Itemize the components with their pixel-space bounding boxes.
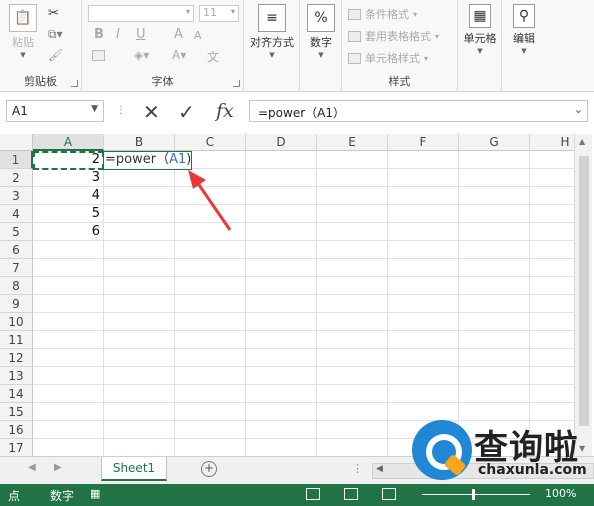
page-layout-view-icon[interactable] bbox=[344, 488, 358, 500]
name-box[interactable]: A1 ▼ bbox=[6, 100, 104, 122]
binoculars-icon: ⚲ bbox=[513, 4, 535, 28]
scroll-left-icon[interactable]: ◀ bbox=[376, 464, 383, 474]
fill-color-icon[interactable]: ◈▾ bbox=[134, 48, 149, 62]
editing-label: 编辑 bbox=[513, 32, 535, 45]
normal-view-icon[interactable] bbox=[306, 488, 320, 500]
watermark-logo: 查询啦 chaxunla.com bbox=[412, 418, 594, 484]
chevron-down-icon: ▼ bbox=[20, 51, 26, 59]
format-as-table-button[interactable]: 套用表格格式 ▾ bbox=[348, 28, 439, 44]
italic-button[interactable]: I bbox=[116, 27, 120, 42]
cells-label: 单元格 bbox=[463, 32, 497, 45]
add-sheet-icon[interactable]: + bbox=[201, 461, 217, 477]
arrow-head bbox=[188, 170, 206, 189]
chevron-down-icon: ▾ bbox=[230, 7, 235, 16]
clipboard-launcher[interactable] bbox=[71, 80, 78, 87]
format-painter-icon[interactable]: 🖌 bbox=[48, 48, 63, 62]
font-size-select[interactable]: 11 ▾ bbox=[199, 5, 239, 22]
align-icon: ≡ bbox=[258, 4, 286, 32]
number-label: 数字 bbox=[310, 36, 332, 49]
chevron-down-icon: ▼ bbox=[318, 51, 324, 59]
styles-label: 样式 bbox=[388, 75, 411, 88]
num-lock-indicator: 数字 bbox=[50, 489, 75, 503]
page-break-view-icon[interactable] bbox=[382, 488, 396, 500]
cell-styles-icon bbox=[348, 52, 361, 64]
chevron-down-icon: ▼ bbox=[269, 51, 275, 59]
clipboard-group: 📋 粘贴 ▼ ✂ ⧉▾ 🖌 剪贴板 bbox=[0, 0, 82, 92]
watermark-brand-en: chaxunla.com bbox=[478, 462, 587, 478]
chevron-down-icon: ▼ bbox=[521, 47, 527, 55]
arrow-shaft bbox=[195, 181, 232, 231]
ribbon: 📋 粘贴 ▼ ✂ ⧉▾ 🖌 剪贴板 ▾ 11 ▾ B I U A A ◈▾ A▾… bbox=[0, 0, 594, 92]
cut-icon[interactable]: ✂ bbox=[48, 6, 59, 21]
chevron-down-icon: ⌄ bbox=[573, 103, 583, 116]
editing-group[interactable]: ⚲ 编辑 ▼ bbox=[502, 0, 546, 92]
magnifier-logo-icon bbox=[412, 420, 472, 480]
grow-font-button[interactable]: A bbox=[174, 27, 183, 42]
copy-icon[interactable]: ⧉▾ bbox=[48, 27, 63, 42]
zoom-slider[interactable] bbox=[422, 494, 530, 495]
table-icon bbox=[348, 30, 361, 42]
font-launcher[interactable] bbox=[233, 80, 240, 87]
scroll-thumb[interactable] bbox=[579, 156, 589, 426]
chevron-down-icon: ▾ bbox=[185, 7, 190, 16]
status-bar: 点 数字 ▦ 100% bbox=[0, 484, 594, 506]
styles-group: 条件格式 ▾ 套用表格格式 ▾ 单元格样式 ▾ 样式 bbox=[342, 0, 458, 92]
paste-button[interactable]: 📋 粘贴 ▼ bbox=[6, 4, 40, 59]
formula-input[interactable]: =power（A1） ⌄ bbox=[249, 100, 588, 122]
scroll-up-icon[interactable]: ▲ bbox=[579, 137, 585, 146]
font-name-select[interactable]: ▾ bbox=[88, 5, 194, 22]
zoom-level[interactable]: 100% bbox=[545, 487, 576, 500]
sheet-tab-sheet1[interactable]: Sheet1 bbox=[101, 457, 167, 481]
prev-sheet-icon[interactable]: ◀ bbox=[28, 462, 36, 473]
bold-button[interactable]: B bbox=[94, 27, 104, 42]
worksheet-grid[interactable]: ABCDEFGH 1 2 3 4 5 6 7 8 9 10 11 12 13 14 15 16 17 23456… bbox=[0, 134, 574, 456]
underline-button[interactable]: U bbox=[136, 27, 146, 42]
percent-icon: % bbox=[307, 4, 335, 32]
next-sheet-icon[interactable]: ▶ bbox=[54, 462, 62, 473]
alignment-group[interactable]: ≡ 对齐方式 ▼ bbox=[244, 0, 300, 92]
red-arrow-annotation bbox=[188, 170, 232, 231]
clipboard-label: 剪贴板 bbox=[24, 75, 57, 88]
chevron-down-icon: ▼ bbox=[477, 47, 483, 55]
insert-function-button[interactable]: fx bbox=[216, 100, 234, 122]
number-group[interactable]: % 数字 ▼ bbox=[300, 0, 342, 92]
cells-group[interactable]: ▦ 单元格 ▼ bbox=[458, 0, 502, 92]
cancel-button[interactable]: ✕ bbox=[143, 100, 160, 124]
cell-styles-button[interactable]: 单元格样式 ▾ bbox=[348, 50, 428, 66]
vertical-scrollbar[interactable]: ▲ ▼ bbox=[574, 134, 592, 456]
conditional-format-button[interactable]: 条件格式 ▾ bbox=[348, 6, 417, 22]
enter-button[interactable]: ✓ bbox=[178, 100, 195, 124]
tab-split-grip-icon[interactable]: ⋮ bbox=[352, 462, 363, 475]
shrink-font-button[interactable]: A bbox=[194, 29, 202, 42]
paste-icon: 📋 bbox=[9, 4, 37, 32]
mode-indicator: 点 bbox=[8, 489, 21, 503]
font-label: 字体 bbox=[151, 75, 174, 88]
formula-bar: A1 ▼ ⋮ ✕ ✓ fx =power（A1） ⌄ bbox=[0, 97, 594, 127]
cells-icon: ▦ bbox=[469, 4, 491, 28]
phonetic-button[interactable]: 文 bbox=[207, 48, 219, 65]
font-color-icon[interactable]: A▾ bbox=[172, 48, 186, 62]
border-icon[interactable] bbox=[92, 50, 105, 64]
formula-bar-grip-icon: ⋮ bbox=[116, 105, 126, 116]
font-group: ▾ 11 ▾ B I U A A ◈▾ A▾ 文 字体 bbox=[82, 0, 244, 92]
conditional-format-icon bbox=[348, 8, 361, 20]
macro-record-icon[interactable]: ▦ bbox=[90, 487, 100, 500]
chevron-down-icon: ▼ bbox=[91, 104, 98, 114]
alignment-label: 对齐方式 bbox=[250, 36, 294, 49]
zoom-slider-knob[interactable] bbox=[472, 489, 475, 500]
